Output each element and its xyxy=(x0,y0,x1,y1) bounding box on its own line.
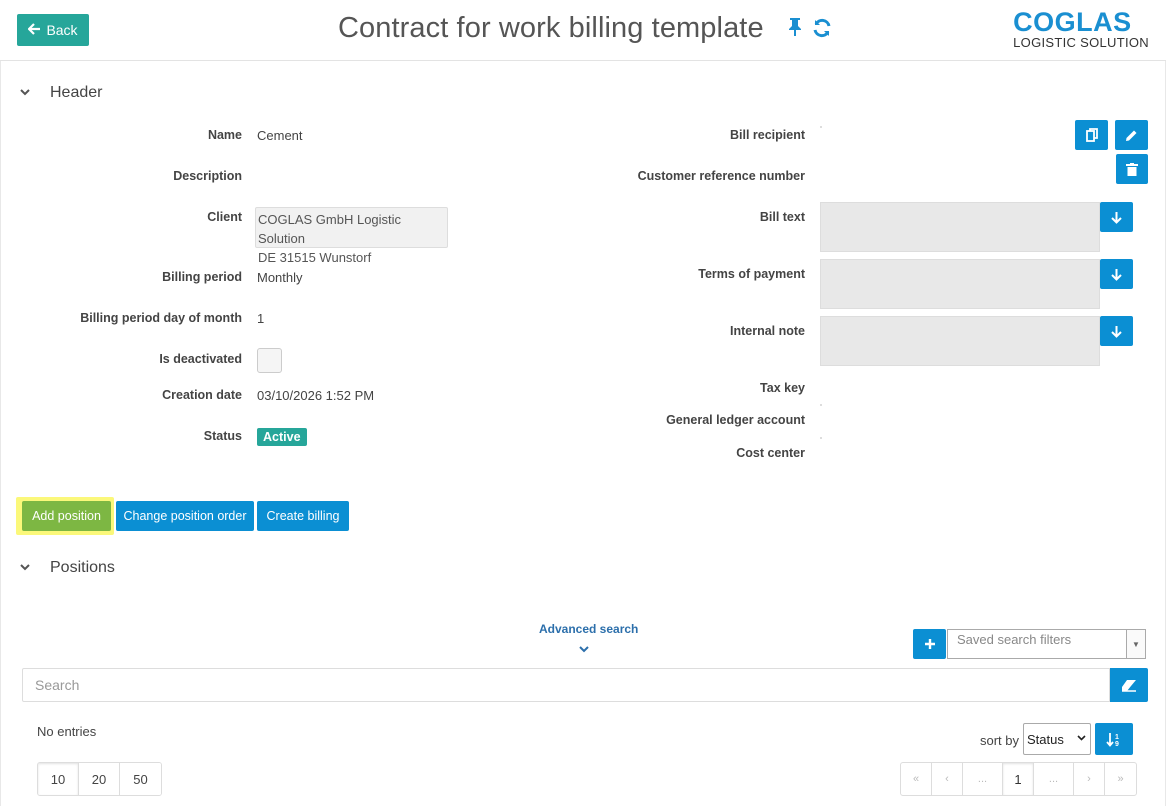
bill-text-field[interactable] xyxy=(820,202,1100,252)
bill-text-dropdown-button[interactable] xyxy=(1100,202,1133,232)
chevron-down-icon[interactable] xyxy=(579,644,589,656)
name-label: Name xyxy=(207,128,242,142)
arrow-down-icon xyxy=(1111,268,1122,281)
internal-note-label: Internal note xyxy=(729,324,805,338)
company-logo: COGLAS LOGISTIC SOLUTION xyxy=(1013,7,1149,50)
description-label: Description xyxy=(173,169,242,183)
positions-section-title: Positions xyxy=(50,559,115,576)
deactivated-label: Is deactivated xyxy=(159,352,242,366)
customer-ref-label: Customer reference number xyxy=(637,169,805,183)
header-section-title: Header xyxy=(50,84,103,101)
gl-account-label: General ledger account xyxy=(666,413,805,427)
clear-search-button[interactable] xyxy=(1110,668,1148,702)
billing-day-value: 1 xyxy=(257,311,265,326)
copy-icon xyxy=(1085,128,1098,142)
previous-page-button[interactable]: ‹ xyxy=(932,763,963,795)
arrow-left-icon xyxy=(27,22,41,38)
deactivated-checkbox[interactable] xyxy=(257,348,282,373)
pin-icon[interactable] xyxy=(786,17,808,39)
page-title: Contract for work billing template xyxy=(338,12,764,44)
page-size-option[interactable]: 50 xyxy=(120,763,161,795)
advanced-search-link[interactable]: Advanced search xyxy=(539,622,638,636)
chevron-down-icon xyxy=(1077,733,1086,744)
tax-key-label: Tax key xyxy=(760,381,805,395)
svg-text:1: 1 xyxy=(1115,734,1119,741)
change-position-order-button[interactable]: Change position order xyxy=(116,501,254,531)
status-badge: Active xyxy=(257,428,307,446)
status-label: Status xyxy=(203,429,242,443)
arrow-down-icon xyxy=(1111,325,1122,338)
internal-note-field[interactable] xyxy=(820,316,1100,366)
refresh-icon[interactable] xyxy=(811,17,833,39)
first-page-button[interactable]: « xyxy=(901,763,932,795)
search-input[interactable]: Search xyxy=(22,668,1110,702)
saved-filters-placeholder: Saved search filters xyxy=(957,632,1072,647)
saved-search-filters-select[interactable]: Saved search filters ▼ xyxy=(947,629,1146,659)
copy-button[interactable] xyxy=(1075,120,1108,150)
edit-button[interactable] xyxy=(1115,120,1148,150)
add-filter-button[interactable] xyxy=(913,629,946,659)
client-value: COGLAS GmbH Logistic Solution DE 31515 W… xyxy=(255,207,448,265)
internal-note-dropdown-button[interactable] xyxy=(1100,316,1133,346)
sort-direction-button[interactable]: 19 xyxy=(1095,723,1133,755)
billing-day-label: Billing period day of month xyxy=(80,311,242,325)
terms-label: Terms of payment xyxy=(698,267,805,281)
chevron-down-icon xyxy=(20,562,34,574)
cost-center-label: Cost center xyxy=(736,446,805,460)
caret-down-icon: ▼ xyxy=(1126,630,1145,658)
back-button[interactable]: Back xyxy=(17,14,89,46)
billing-period-label: Billing period xyxy=(162,270,242,284)
add-position-button[interactable]: Add position xyxy=(22,501,111,531)
trash-icon xyxy=(1126,162,1138,176)
terms-dropdown-button[interactable] xyxy=(1100,259,1133,289)
eraser-icon xyxy=(1121,679,1137,692)
page-size-selector: 10 20 50 xyxy=(37,762,162,796)
sort-by-select[interactable]: Status xyxy=(1023,723,1091,755)
client-label: Client xyxy=(207,210,242,224)
creation-date-value: 03/10/2026 1:52 PM xyxy=(257,388,375,403)
pagination-ellipsis: ... xyxy=(1034,763,1074,795)
svg-text:9: 9 xyxy=(1115,741,1119,747)
back-button-label: Back xyxy=(46,22,78,38)
sort-by-label: sort by xyxy=(980,733,1020,748)
last-page-button[interactable]: » xyxy=(1105,763,1136,795)
chevron-down-icon xyxy=(20,87,34,99)
page-size-option[interactable]: 20 xyxy=(79,763,120,795)
billing-period-value: Monthly xyxy=(257,270,303,285)
pencil-icon xyxy=(1125,129,1138,142)
creation-date-label: Creation date xyxy=(162,388,242,402)
next-page-button[interactable]: › xyxy=(1074,763,1105,795)
terms-field[interactable] xyxy=(820,259,1100,309)
bill-text-label: Bill text xyxy=(759,210,805,224)
current-page-button[interactable]: 1 xyxy=(1003,763,1034,795)
positions-section-toggle[interactable]: Positions xyxy=(20,559,115,577)
no-entries-text: No entries xyxy=(37,724,97,739)
plus-icon xyxy=(924,638,936,650)
page-size-option[interactable]: 10 xyxy=(38,763,79,795)
sort-descending-icon: 19 xyxy=(1106,732,1122,747)
arrow-down-icon xyxy=(1111,211,1122,224)
delete-button[interactable] xyxy=(1116,154,1148,184)
bill-recipient-label: Bill recipient xyxy=(729,128,805,142)
pagination: « ‹ ... 1 ... › » xyxy=(900,762,1137,796)
name-value: Cement xyxy=(257,128,303,143)
create-billing-button[interactable]: Create billing xyxy=(257,501,349,531)
pagination-ellipsis: ... xyxy=(963,763,1003,795)
top-bar: Back Contract for work billing template … xyxy=(0,0,1166,61)
header-section-toggle[interactable]: Header xyxy=(20,84,102,102)
